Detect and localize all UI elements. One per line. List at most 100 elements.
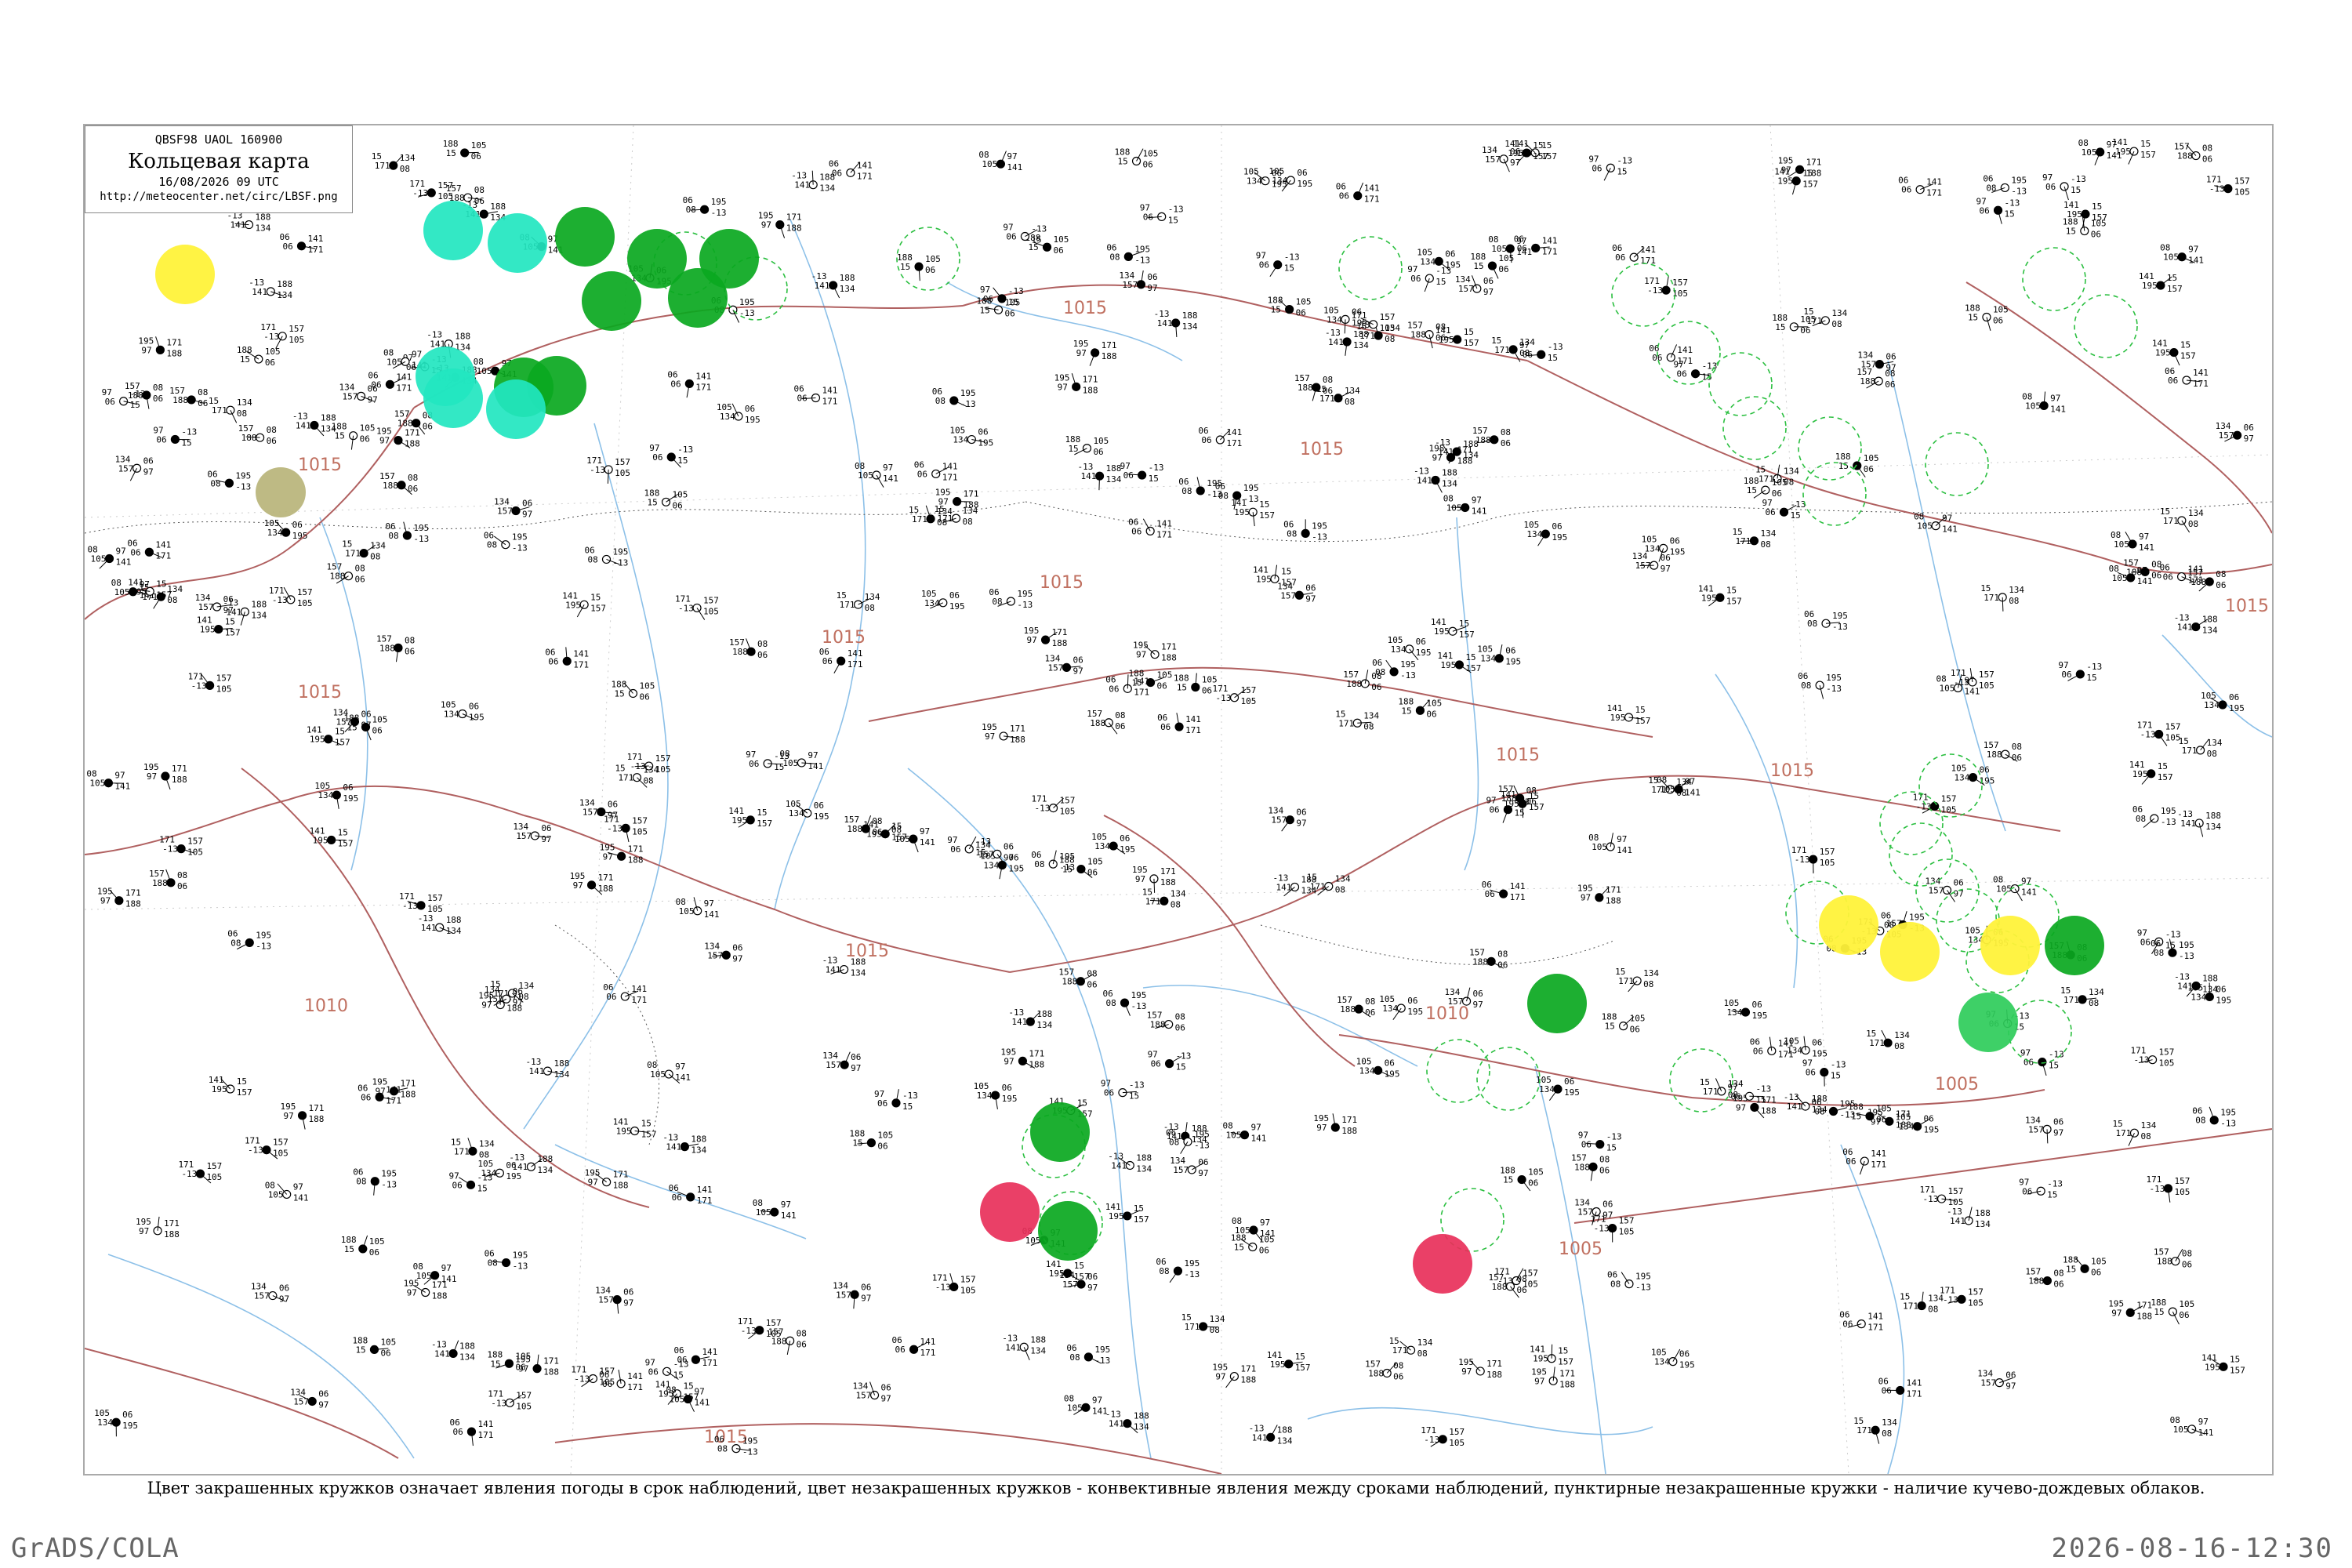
svg-text:157: 157 [1449, 1427, 1465, 1437]
svg-text:06: 06 [130, 547, 140, 557]
svg-text:134: 134 [1391, 644, 1406, 655]
station-plot: -13141188134 [1078, 462, 1122, 491]
svg-text:171: 171 [2136, 1300, 2152, 1310]
svg-text:-13: -13 [1284, 252, 1300, 263]
svg-text:157: 157 [225, 628, 241, 638]
svg-text:134: 134 [1975, 1219, 1991, 1229]
svg-text:97: 97 [441, 1263, 452, 1273]
svg-text:08: 08 [1393, 1360, 1403, 1370]
station-plot: -13141188134 [525, 1057, 569, 1080]
station-plot: 0606141171 [1878, 1376, 1922, 1399]
svg-text:188: 188 [459, 1341, 475, 1351]
svg-text:157: 157 [216, 673, 232, 683]
station-plot: 10513406195 [94, 1408, 138, 1437]
station-plot: 1517113408 [1803, 307, 1847, 329]
svg-text:141: 141 [1328, 337, 1344, 347]
station-plot: 1517113408 [2160, 506, 2204, 533]
station-plot: -13141188134 [2174, 613, 2218, 636]
svg-text:97: 97 [2050, 393, 2060, 403]
svg-text:06: 06 [1123, 470, 1134, 481]
svg-text:134: 134 [865, 592, 880, 602]
svg-text:141: 141 [920, 837, 935, 848]
svg-text:157: 157 [856, 1391, 872, 1401]
map-caption: Цвет закрашенных кружков означает явлени… [147, 1479, 2205, 1497]
svg-text:06: 06 [361, 1092, 371, 1102]
svg-text:105: 105 [1241, 696, 1257, 706]
svg-text:141: 141 [1081, 471, 1097, 481]
svg-text:188: 188 [598, 884, 614, 894]
svg-text:105: 105 [437, 191, 453, 201]
station-plot: 9706-1315 [1256, 251, 1300, 278]
svg-text:105: 105 [670, 1395, 685, 1405]
svg-text:08: 08 [370, 552, 380, 562]
svg-text:08: 08 [237, 408, 247, 419]
svg-text:134: 134 [1420, 256, 1436, 267]
svg-text:-13: -13 [513, 1261, 528, 1272]
svg-text:157: 157 [2028, 1124, 2044, 1134]
svg-text:-13: -13 [902, 1091, 918, 1101]
station-plot: -13141188134 [1784, 1092, 1828, 1115]
isobar-label: 1015 [298, 683, 342, 702]
svg-text:141: 141 [1787, 1102, 1802, 1112]
svg-text:195: 195 [381, 1169, 397, 1179]
svg-text:08: 08 [1760, 539, 1770, 550]
station-plot: 1517113408 [2112, 1119, 2157, 1146]
station-plot: -13141188134 [1947, 1207, 1991, 1229]
svg-text:105: 105 [1093, 436, 1109, 446]
svg-text:157: 157 [590, 603, 606, 613]
svg-text:157: 157 [891, 833, 907, 843]
svg-text:06: 06 [1109, 684, 1119, 694]
svg-text:06: 06 [156, 434, 166, 445]
station-plot: 1881510506 [1965, 303, 2009, 331]
svg-text:157: 157 [1280, 590, 1296, 601]
svg-text:15: 15 [1118, 157, 1128, 167]
svg-text:188: 188 [771, 1336, 787, 1346]
svg-text:15: 15 [902, 1102, 913, 1112]
station-plot: 1517113408 [837, 590, 880, 613]
station-plot: 1881510506 [1065, 434, 1109, 457]
svg-text:188: 188 [256, 212, 271, 223]
svg-text:08: 08 [797, 1328, 807, 1338]
svg-text:08: 08 [1171, 899, 1181, 909]
svg-text:157: 157 [598, 1295, 614, 1305]
svg-text:141: 141 [1950, 1216, 1965, 1226]
svg-text:157: 157 [757, 818, 772, 829]
svg-text:157: 157 [2092, 212, 2107, 223]
svg-text:141: 141 [1472, 506, 1487, 516]
station-plot: 1571880806 [379, 471, 418, 495]
svg-text:157: 157 [118, 463, 134, 474]
svg-text:171: 171 [1486, 1359, 1502, 1369]
station-plot: 14119515157 [1431, 617, 1475, 640]
svg-text:06: 06 [1385, 1058, 1395, 1068]
svg-text:06: 06 [282, 241, 292, 252]
svg-text:15: 15 [1168, 215, 1178, 225]
svg-text:195: 195 [313, 835, 328, 845]
svg-text:97: 97 [675, 1062, 685, 1072]
svg-text:15: 15 [1177, 683, 1187, 693]
svg-text:188: 188 [1036, 1009, 1052, 1019]
svg-text:105: 105 [1941, 804, 1957, 815]
svg-text:15: 15 [2180, 340, 2190, 350]
station-plot: 1341570697 [1632, 551, 1671, 574]
svg-text:188: 188 [1975, 1208, 1991, 1218]
svg-text:171: 171 [543, 1356, 559, 1367]
svg-text:105: 105 [1296, 297, 1312, 307]
svg-text:141: 141 [704, 909, 720, 920]
svg-text:171: 171 [631, 995, 647, 1005]
svg-text:188: 188 [1341, 1126, 1357, 1136]
station-plot: 171-13157105 [1920, 1185, 1964, 1207]
svg-text:105: 105 [1948, 1197, 1964, 1207]
svg-text:105: 105 [1202, 675, 1218, 685]
station-plot: 14119515157 [2139, 271, 2183, 294]
svg-text:188: 188 [125, 899, 141, 909]
svg-text:06: 06 [623, 1287, 633, 1298]
svg-text:06: 06 [265, 358, 275, 368]
svg-text:171: 171 [2163, 516, 2179, 526]
svg-text:97: 97 [513, 997, 523, 1007]
svg-text:06: 06 [267, 436, 277, 446]
svg-text:105: 105 [877, 1131, 893, 1141]
svg-text:195: 195 [2205, 1362, 2220, 1372]
svg-text:97: 97 [143, 466, 154, 477]
svg-text:188: 188 [1442, 467, 1457, 477]
svg-text:105: 105 [387, 357, 402, 367]
